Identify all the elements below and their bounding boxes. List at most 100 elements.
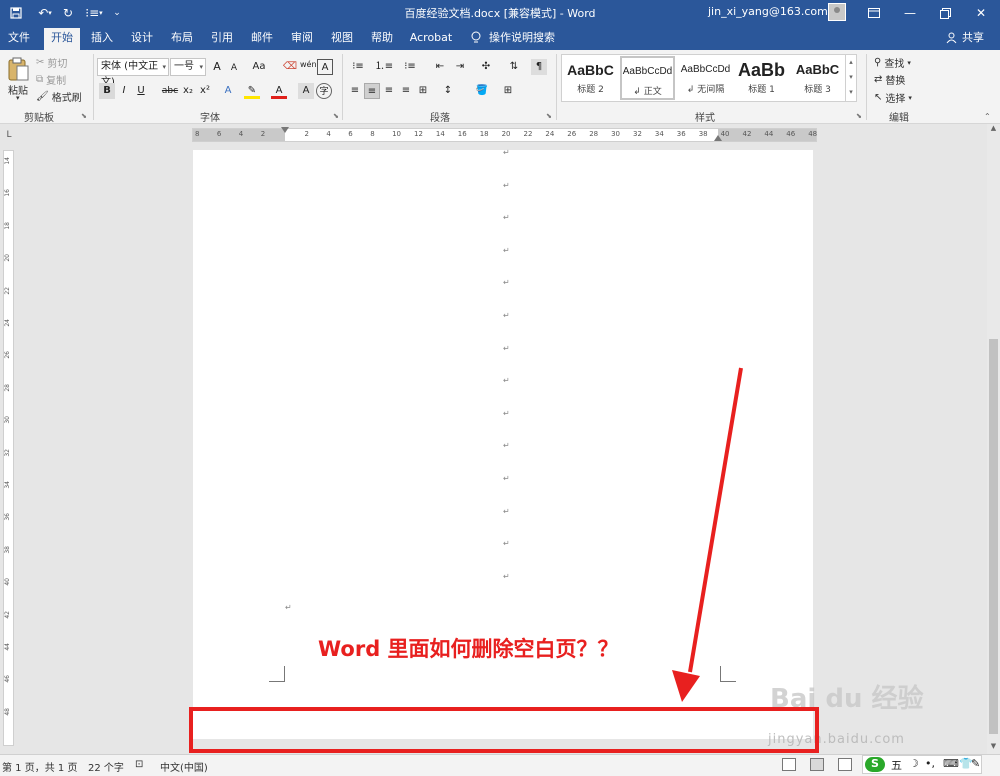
text-effects-icon[interactable]: A	[220, 83, 236, 99]
paste-dropdown-icon[interactable]: ▾	[16, 94, 20, 102]
save-icon[interactable]	[8, 4, 24, 22]
find-button[interactable]: ⚲ 查找 ▾	[874, 55, 911, 70]
style-heading-3[interactable]: AaBbC 标题 3	[790, 56, 845, 100]
clear-format-icon[interactable]: ⌫	[282, 59, 298, 75]
settings-wrench-icon[interactable]: ✎	[971, 757, 980, 770]
horizontal-ruler[interactable]: 8 6 4 2 2 4 6 8 10 12 14 16 18 20 22 24 26 28 30 32 34 36 38 40…	[192, 127, 817, 142]
increase-indent-icon[interactable]: ⇥	[452, 59, 468, 75]
show-marks-icon[interactable]: ¶	[531, 59, 547, 75]
ribbon-display-icon[interactable]	[858, 0, 890, 26]
user-account[interactable]: jin_xi_yang@163.com	[708, 5, 828, 18]
decrease-indent-icon[interactable]: ⇤	[432, 59, 448, 75]
scroll-down-icon[interactable]: ▼	[987, 742, 1000, 754]
word-count[interactable]: 22 个字	[88, 759, 124, 774]
style-heading-1[interactable]: AaBb 标题 1	[734, 56, 789, 100]
align-left-icon[interactable]: ≡	[347, 83, 363, 99]
line-spacing-icon[interactable]: ↕	[440, 83, 456, 99]
cut-button[interactable]: ✂ 剪切	[36, 55, 67, 70]
clipboard-launcher-icon[interactable]: ⬊	[81, 112, 87, 120]
superscript-button[interactable]: x²	[197, 83, 213, 99]
print-layout-icon[interactable]	[810, 758, 824, 771]
customize-icon[interactable]: ⌄	[111, 4, 123, 22]
numbering-icon[interactable]: ⒈≡	[373, 59, 395, 75]
tab-mailings[interactable]: 邮件	[246, 26, 278, 50]
enclose-char-icon[interactable]: 字	[316, 83, 332, 99]
tab-acrobat[interactable]: Acrobat	[408, 26, 454, 50]
select-button[interactable]: ↖ 选择 ▾	[874, 90, 912, 105]
shrink-font-button[interactable]: A	[226, 60, 242, 76]
distributed-icon[interactable]: ⊞	[415, 83, 431, 99]
paste-icon[interactable]	[6, 56, 32, 82]
vertical-scrollbar[interactable]: ▲ ▼	[987, 124, 1000, 754]
strikethrough-button[interactable]: abc	[160, 83, 180, 99]
tab-design[interactable]: 设计	[126, 26, 158, 50]
font-color-icon[interactable]: A	[271, 83, 287, 99]
sort-icon[interactable]: ⇅	[506, 59, 522, 75]
tab-selector[interactable]: L	[2, 128, 16, 142]
style-no-spacing[interactable]: AaBbCcDd ↲ 无间隔	[678, 56, 733, 100]
styles-launcher-icon[interactable]: ⬊	[856, 112, 862, 120]
redo-icon[interactable]: ↻	[60, 4, 76, 22]
gallery-scroll[interactable]: ▴ ▾ ▾	[845, 55, 856, 101]
bullets-icon[interactable]: ⁝≡	[347, 59, 369, 75]
justify-icon[interactable]: ≡	[398, 83, 414, 99]
ime-logo-icon[interactable]: S	[865, 757, 885, 772]
borders-icon[interactable]: ⊞	[500, 83, 516, 99]
tab-view[interactable]: 视图	[326, 26, 358, 50]
restore-icon[interactable]	[929, 0, 961, 26]
char-border-icon[interactable]: A	[317, 59, 333, 75]
font-launcher-icon[interactable]: ⬊	[333, 112, 339, 120]
bullets-quick-icon[interactable]: ⁝≡ ▾	[82, 4, 106, 22]
font-size-combo[interactable]: 一号 ▾	[170, 58, 206, 76]
tab-review[interactable]: 审阅	[286, 26, 318, 50]
collapse-ribbon-icon[interactable]: ⌃	[984, 112, 991, 121]
phonetic-guide-icon[interactable]: wén	[300, 57, 317, 73]
moon-icon[interactable]: ☽	[909, 757, 919, 770]
minimize-icon[interactable]: —	[894, 0, 926, 26]
align-center-icon[interactable]: ≡	[364, 83, 380, 99]
grow-font-button[interactable]: A	[209, 59, 225, 75]
shading-icon[interactable]: 🪣	[474, 83, 490, 99]
bold-button[interactable]: B	[99, 83, 115, 99]
keyboard-icon[interactable]: ⌨	[943, 757, 959, 770]
vertical-ruler[interactable]: 14 16 18 20 22 24 26 28 30 32 34 36 38 40 42 44 46 48	[3, 150, 14, 746]
first-line-indent-marker[interactable]	[281, 127, 289, 133]
share-button[interactable]: 共享	[960, 26, 986, 50]
avatar[interactable]	[828, 3, 846, 21]
tab-help[interactable]: 帮助	[366, 26, 398, 50]
paragraph-launcher-icon[interactable]: ⬊	[546, 112, 552, 120]
tab-insert[interactable]: 插入	[86, 26, 118, 50]
italic-button[interactable]: I	[116, 83, 132, 99]
page-count[interactable]: 第 1 页，共 1 页	[2, 759, 77, 774]
multilevel-list-icon[interactable]: ⁝≡	[399, 59, 421, 75]
style-heading-2[interactable]: AaBbC 标题 2	[563, 56, 618, 100]
tab-references[interactable]: 引用	[206, 26, 238, 50]
tell-me-search[interactable]: 操作说明搜索	[488, 26, 556, 50]
char-shading-icon[interactable]: A	[298, 83, 314, 99]
punctuation-icon[interactable]: •,	[925, 757, 935, 770]
share-person-icon[interactable]	[944, 26, 958, 50]
style-normal[interactable]: AaBbCcDd ↲ 正文	[620, 56, 675, 100]
web-layout-icon[interactable]	[838, 758, 852, 771]
copy-button[interactable]: ⧉ 复制	[36, 72, 66, 87]
read-mode-icon[interactable]	[782, 758, 796, 771]
proofing-icon[interactable]: ⊡	[135, 759, 143, 770]
scroll-up-icon[interactable]: ▲	[987, 124, 1000, 136]
subscript-button[interactable]: x₂	[180, 83, 196, 99]
tab-file[interactable]: 文件	[4, 26, 34, 50]
ime-mode[interactable]: 五	[891, 757, 902, 773]
undo-icon[interactable]: ↶ ▾	[34, 4, 56, 22]
align-right-icon[interactable]: ≡	[381, 83, 397, 99]
underline-button[interactable]: U	[133, 83, 149, 99]
highlight-icon[interactable]: ✎	[244, 83, 260, 99]
ime-toolbar[interactable]: S 五 ☽ •, ⌨ 👕 ✎	[862, 755, 982, 774]
change-case-button[interactable]: Aa	[248, 59, 270, 75]
font-name-combo[interactable]: 宋体 (中文正文)▾	[97, 58, 169, 88]
chinese-layout-icon[interactable]: ✣	[476, 59, 496, 75]
tab-home[interactable]: 开始	[44, 26, 80, 50]
close-icon[interactable]: ✕	[965, 0, 997, 26]
right-indent-marker[interactable]	[714, 135, 722, 141]
language[interactable]: 中文(中国)	[160, 759, 208, 774]
tab-layout[interactable]: 布局	[166, 26, 198, 50]
scroll-thumb[interactable]	[989, 339, 998, 734]
